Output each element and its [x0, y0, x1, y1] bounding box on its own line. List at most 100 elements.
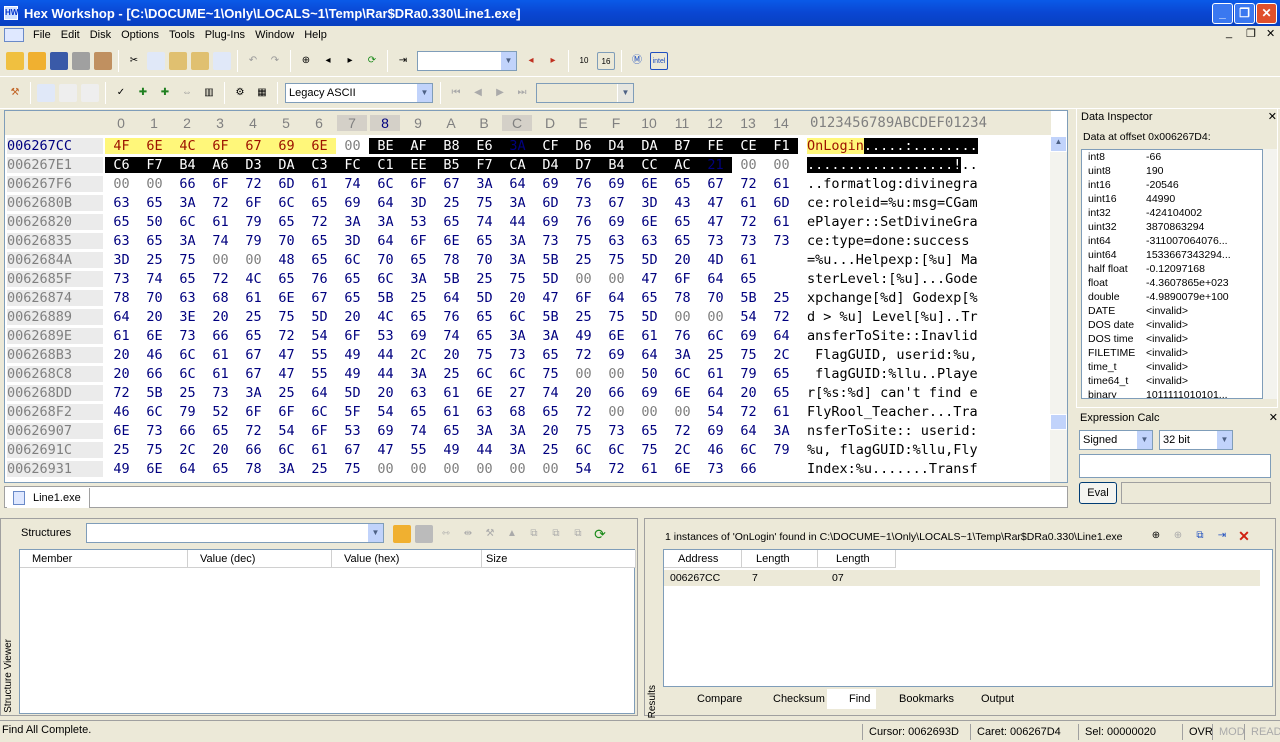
inspector-row[interactable]: binary 1011111010101...	[1082, 388, 1262, 398]
hex-byte[interactable]: 6F	[237, 195, 270, 211]
hex-byte[interactable]: 6E	[666, 385, 699, 401]
hex-byte[interactable]: 75	[567, 233, 600, 249]
panel-close-icon[interactable]: ✕	[1268, 109, 1277, 125]
hex-byte[interactable]: 67	[699, 176, 732, 192]
hex-byte[interactable]: 3A	[501, 252, 534, 268]
hex-byte[interactable]: 6F	[336, 328, 369, 344]
inspector-row[interactable]: DOS date <invalid>	[1082, 318, 1262, 332]
hex-byte[interactable]: 65	[303, 233, 336, 249]
hex-byte[interactable]: 63	[600, 233, 633, 249]
ascii-text[interactable]: r[%s:%d] can't find e	[807, 385, 978, 401]
hex-byte[interactable]: CA	[501, 157, 534, 173]
hex-byte[interactable]: 73	[171, 328, 204, 344]
ascii-text[interactable]: ..................!..	[807, 157, 978, 173]
inspector-row[interactable]: uint8 190	[1082, 164, 1262, 178]
print-icon[interactable]	[72, 51, 90, 70]
hex-byte[interactable]: 25	[237, 309, 270, 325]
hex-byte[interactable]: 20	[204, 309, 237, 325]
hex-byte[interactable]: 44	[369, 347, 402, 363]
hex-byte[interactable]: 64	[105, 309, 138, 325]
hex-byte[interactable]: 76	[567, 176, 600, 192]
hex-byte[interactable]: 5B	[732, 290, 765, 306]
ascii-text[interactable]: FlyRool_Teacher...Tra	[807, 404, 978, 420]
hex-editor[interactable]: 0 1 2 3 4 5 6 7 8 9 A B C D E F 10 11 12 13 14 0123456789ABCD…	[4, 110, 1068, 483]
hex-byte[interactable]: 72	[567, 347, 600, 363]
chevron-down-icon[interactable]: ▼	[1136, 431, 1152, 449]
hex-byte[interactable]: 20	[501, 290, 534, 306]
inspector-row[interactable]: int64 -311007064076...	[1082, 234, 1262, 248]
hex-byte[interactable]: 00	[501, 461, 534, 477]
hex-byte[interactable]: 66	[237, 442, 270, 458]
hex-byte[interactable]: 65	[534, 347, 567, 363]
hex-byte[interactable]: CE	[732, 138, 765, 154]
hex-byte[interactable]: 54	[567, 461, 600, 477]
hex-byte[interactable]: 52	[204, 404, 237, 420]
hex-byte[interactable]: 69	[534, 214, 567, 230]
hex-byte[interactable]: 6E	[138, 138, 171, 154]
hex-byte[interactable]: 63	[633, 233, 666, 249]
binoculars-disabled-icon[interactable]: ⊕	[1169, 527, 1187, 545]
hex-row[interactable]: 006268B3 20 46 6C 61 67 47 55 49 44 2C 20 75 73 65 72 69…	[5, 347, 1051, 366]
hex-byte[interactable]: 4D	[699, 252, 732, 268]
minimize-button[interactable]: _	[1212, 3, 1233, 24]
hex-byte[interactable]: 75	[600, 252, 633, 268]
hex-byte[interactable]: 78	[105, 290, 138, 306]
hex-byte[interactable]: FC	[336, 157, 369, 173]
tab-output[interactable]: Output	[959, 689, 1014, 709]
inspector-row[interactable]: int16 -20546	[1082, 178, 1262, 192]
hex-byte[interactable]: 6C	[732, 442, 765, 458]
hex-byte[interactable]: 3A	[501, 233, 534, 249]
hex-byte[interactable]: 65	[303, 195, 336, 211]
hex-byte[interactable]: 65	[303, 252, 336, 268]
hex-byte[interactable]: 64	[633, 347, 666, 363]
hex-byte[interactable]: 25	[699, 347, 732, 363]
hex-byte[interactable]: 76	[666, 328, 699, 344]
ascii-text[interactable]: d > %u] Level[%u]..Tr	[807, 309, 978, 325]
folder-icon[interactable]	[415, 525, 433, 543]
hex-byte[interactable]: AC	[666, 157, 699, 173]
ascii-text[interactable]: OnLogin.....:........	[807, 138, 978, 154]
find-prev-icon[interactable]: ◂	[319, 52, 337, 70]
hex-byte[interactable]: 63	[171, 290, 204, 306]
hammer-icon[interactable]: ⚒	[6, 84, 24, 102]
redo-icon[interactable]: ↷	[266, 52, 284, 70]
inspector-row[interactable]: int8 -66	[1082, 150, 1262, 164]
motorola-icon[interactable]: Ⓜ	[628, 52, 646, 70]
hex-byte[interactable]: 67	[237, 366, 270, 382]
hex-byte[interactable]: 65	[237, 328, 270, 344]
hex-byte[interactable]: 6C	[171, 366, 204, 382]
hex-byte[interactable]: 25	[105, 442, 138, 458]
hex-byte[interactable]: 65	[270, 271, 303, 287]
menu-disk[interactable]: Disk	[85, 29, 116, 41]
hex-byte[interactable]: 67	[303, 290, 336, 306]
hex-byte[interactable]: 75	[468, 195, 501, 211]
chevron-down-icon[interactable]: ▼	[416, 83, 432, 102]
restore-button[interactable]: ❐	[1234, 3, 1255, 24]
hex-byte[interactable]: 00	[765, 157, 798, 173]
hex-byte[interactable]: 67	[435, 176, 468, 192]
hex-byte[interactable]: 6F	[666, 271, 699, 287]
hex-byte[interactable]: 75	[501, 271, 534, 287]
hex-byte[interactable]: 5D	[303, 309, 336, 325]
hex-row[interactable]: 006267F6 00 00 66 6F 72 6D 61 74 6C 6F 67 3A 64 69 76 69…	[5, 176, 1051, 195]
hex-byte[interactable]: 00	[666, 309, 699, 325]
hex-byte[interactable]: 75	[171, 252, 204, 268]
hex-byte[interactable]: 6E	[600, 328, 633, 344]
shift-icon[interactable]: ⇔	[178, 84, 196, 102]
hex-byte[interactable]: 63	[402, 385, 435, 401]
hex-byte[interactable]: 68	[501, 404, 534, 420]
prev-icon[interactable]: ◀	[469, 84, 487, 102]
hex-byte[interactable]: 6E	[468, 385, 501, 401]
col-address[interactable]: Address	[664, 550, 742, 568]
hex-byte[interactable]: 20	[105, 347, 138, 363]
hex-byte[interactable]: 25	[171, 385, 204, 401]
hex-byte[interactable]: 6C	[303, 404, 336, 420]
hex-byte[interactable]: 00	[138, 176, 171, 192]
hex-byte[interactable]: 75	[600, 309, 633, 325]
hex-byte[interactable]: 65	[402, 252, 435, 268]
menu-plugins[interactable]: Plug-Ins	[200, 29, 250, 41]
hex-byte[interactable]: 6D	[534, 195, 567, 211]
hex-byte[interactable]: 66	[204, 328, 237, 344]
mdi-close-button[interactable]: ✕	[1266, 27, 1275, 40]
col-value-hex[interactable]: Value (hex)	[332, 550, 482, 568]
